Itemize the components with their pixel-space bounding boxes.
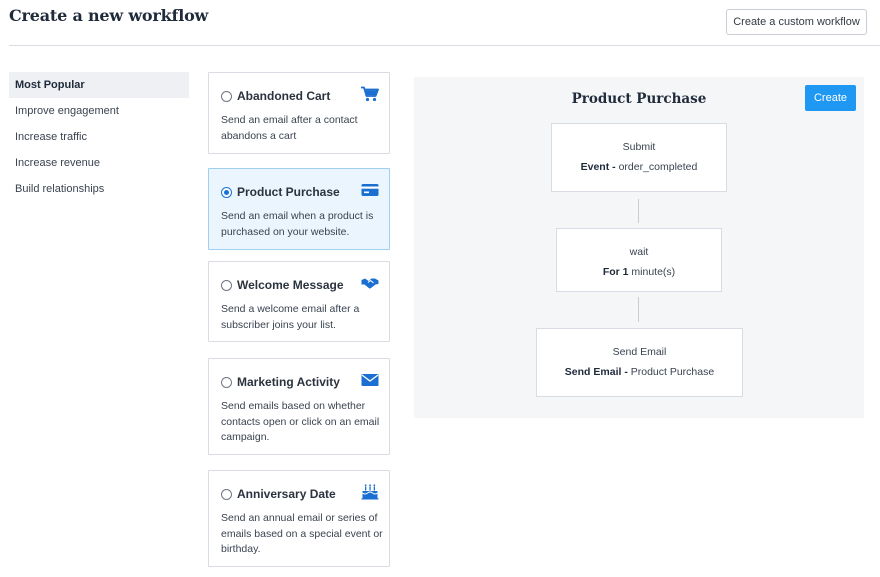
sidebar-item-build-relationships[interactable]: Build relationships <box>9 176 189 202</box>
card-description: Send an annual email or series of emails… <box>221 512 383 555</box>
step-detail-value: minute(s) <box>631 266 676 278</box>
step-detail-value: Product Purchase <box>630 366 715 378</box>
sidebar-item-improve-engagement[interactable]: Improve engagement <box>9 98 189 124</box>
workflow-card-product-purchase[interactable]: Product Purchase Send an email when a pr… <box>208 168 390 250</box>
sidebar-item-increase-traffic[interactable]: Increase traffic <box>9 124 189 150</box>
header-divider <box>9 45 880 46</box>
card-description: Send an email when a product is purchase… <box>221 210 374 238</box>
workflow-card-welcome-message[interactable]: Welcome Message Send a welcome email aft… <box>208 261 390 342</box>
card-title: Anniversary Date <box>237 487 336 501</box>
step-detail-label: Send Email - <box>564 366 628 378</box>
workflow-card-marketing-activity[interactable]: Marketing Activity Send emails based on … <box>208 358 390 455</box>
welcome-message-radio[interactable] <box>221 279 232 291</box>
cart-icon <box>361 86 379 102</box>
workflow-card-anniversary-date[interactable]: Anniversary Date Send an annual email or… <box>208 470 390 567</box>
step-connector <box>638 297 639 322</box>
step-detail: Send Email - Product Purchase <box>537 366 742 378</box>
workflow-preview-panel: Product Purchase Create Submit Event - o… <box>414 77 864 418</box>
workflow-step-send-email: Send Email Send Email - Product Purchase <box>536 328 743 397</box>
card-title: Marketing Activity <box>237 375 340 389</box>
card-title: Welcome Message <box>237 278 344 292</box>
step-detail: For 1 minute(s) <box>557 266 721 278</box>
preview-title: Product Purchase <box>571 91 707 107</box>
step-title: Send Email <box>612 346 667 358</box>
step-connector <box>638 199 639 223</box>
page-title: Create a new workflow <box>9 6 209 25</box>
step-detail: Event - order_completed <box>552 161 726 173</box>
marketing-activity-radio[interactable] <box>221 376 232 388</box>
create-button[interactable]: Create <box>805 85 856 111</box>
card-title: Abandoned Cart <box>237 89 331 103</box>
sidebar-item-increase-revenue[interactable]: Increase revenue <box>9 150 189 176</box>
step-detail-label: Event - <box>580 161 616 173</box>
card-description: Send an email after a contact abandons a… <box>221 114 358 142</box>
step-detail-label: For 1 <box>602 266 629 278</box>
category-sidebar: Most Popular Improve engagement Increase… <box>9 72 189 202</box>
card-title: Product Purchase <box>237 185 340 199</box>
envelope-icon <box>361 374 379 386</box>
anniversary-date-radio[interactable] <box>221 488 232 500</box>
handshake-icon <box>361 278 379 289</box>
create-custom-workflow-button[interactable]: Create a custom workflow <box>726 9 867 35</box>
abandoned-cart-radio[interactable] <box>221 90 232 102</box>
card-description: Send emails based on whether contacts op… <box>221 400 380 443</box>
product-purchase-radio[interactable] <box>221 186 232 198</box>
workflow-card-abandoned-cart[interactable]: Abandoned Cart Send an email after a con… <box>208 72 390 154</box>
cake-icon <box>361 484 379 500</box>
credit-card-icon <box>361 184 379 196</box>
step-detail-value: order_completed <box>618 161 698 173</box>
workflow-step-wait: wait For 1 minute(s) <box>556 228 722 292</box>
workflow-step-submit: Submit Event - order_completed <box>551 123 727 192</box>
step-title: wait <box>629 246 649 258</box>
step-title: Submit <box>622 141 656 153</box>
card-description: Send a welcome email after a subscriber … <box>221 303 360 331</box>
sidebar-item-most-popular[interactable]: Most Popular <box>9 72 189 98</box>
